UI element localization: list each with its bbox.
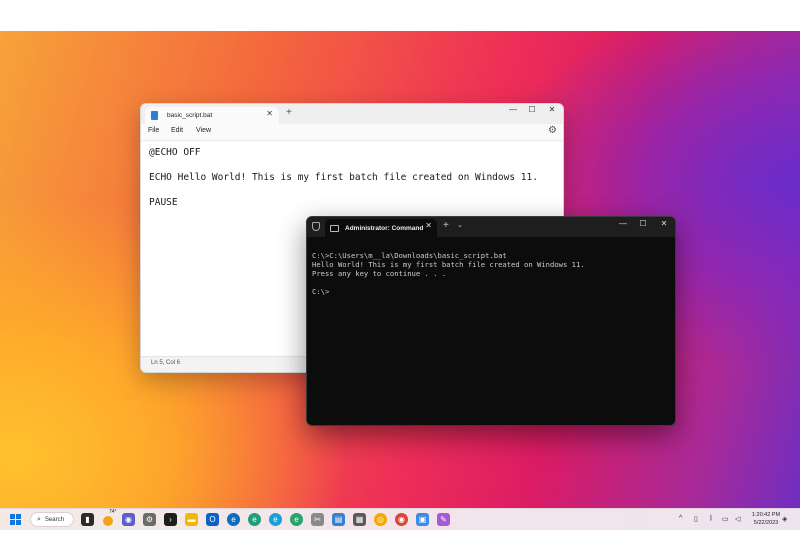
terminal-line: C:\>C:\Users\m__la\Downloads\basic_scrip… [312,251,507,260]
minimize-icon[interactable]: — [613,219,633,228]
taskbar: ⌕ Search ▮ 74° ◉ ⚙ › ▬ O e e e e ✂ ▤ ▦ ◎… [0,508,800,530]
notepad-file-icon [151,111,158,120]
editor-line: @ECHO OFF [149,147,201,158]
terminal-tab[interactable]: Administrator: Command Pro ✕ [325,219,437,237]
notepad-tab[interactable]: basic_script.bat ✕ [145,107,279,124]
plus-icon[interactable]: + [443,220,449,231]
window-close-icon[interactable]: ✕ [654,219,674,228]
notepad-tab-title: basic_script.bat [167,112,213,119]
terminal-output[interactable]: C:\>C:\Users\m__la\Downloads\basic_scrip… [307,237,675,425]
snipping-tool-icon[interactable]: ✂ [311,513,324,526]
terminal-line: Hello World! This is my first batch file… [312,260,585,269]
windows-start-icon[interactable] [10,514,22,526]
menu-view[interactable]: View [196,127,211,134]
weather-widget[interactable]: 74° [103,509,117,526]
notepad-icon[interactable]: ▤ [332,513,345,526]
close-icon[interactable]: ✕ [266,109,273,118]
window-close-icon[interactable]: ✕ [542,105,562,114]
gear-icon[interactable]: ⚙ [548,125,557,136]
chat-icon[interactable]: ◉ [122,513,135,526]
usb-icon[interactable]: ▯ [694,515,698,523]
search-box[interactable]: ⌕ Search [30,512,74,527]
edge-beta-icon[interactable]: e [248,513,261,526]
terminal-window[interactable]: Administrator: Command Pro ✕ + ⌄ — ☐ ✕ C… [306,216,676,426]
editor-line: PAUSE [149,197,178,208]
plus-icon[interactable]: + [286,107,292,118]
settings-icon[interactable]: ⚙ [143,513,156,526]
maximize-icon[interactable]: ☐ [522,105,542,114]
canary-browser-icon[interactable]: ◎ [374,513,387,526]
chevron-up-icon[interactable]: ^ [679,515,682,522]
paint-icon[interactable]: ✎ [437,513,450,526]
search-icon: ⌕ [37,515,41,523]
edge-dev-icon[interactable]: e [269,513,282,526]
terminal-prompt: C:\> [312,287,330,296]
photos-icon[interactable]: ▣ [416,513,429,526]
shield-icon [312,222,320,231]
terminal-tab-title: Administrator: Command Pro [345,224,425,232]
menu-edit[interactable]: Edit [171,127,183,134]
network-icon[interactable]: ▭ [722,515,729,523]
terminal-line: Press any key to continue . . . [312,269,447,278]
terminal-titlebar[interactable]: Administrator: Command Pro ✕ + ⌄ — ☐ ✕ [307,217,675,237]
cmd-icon [330,224,339,232]
minimize-icon[interactable]: — [503,105,523,114]
weather-temp: 74° [109,509,117,515]
cursor-position: Ln 5, Col 6 [151,360,181,366]
notification-icon[interactable]: ◈ [782,515,787,523]
menu-file[interactable]: File [148,127,159,134]
close-icon[interactable]: ✕ [425,221,432,230]
chevron-down-icon[interactable]: ⌄ [457,221,463,229]
task-view-icon[interactable]: ▮ [81,513,94,526]
notepad-menubar: File Edit View ⚙ [141,124,563,141]
outlook-icon[interactable]: O [206,513,219,526]
search-label: Search [44,516,64,523]
calculator-icon[interactable]: ▦ [353,513,366,526]
edge-icon[interactable]: e [227,513,240,526]
volume-icon[interactable]: ◁ [735,515,740,523]
notepad-titlebar[interactable]: basic_script.bat ✕ + — ☐ ✕ [141,104,563,124]
bluetooth-icon[interactable]: ᛒ [709,515,713,522]
maximize-icon[interactable]: ☐ [633,219,653,228]
chrome-icon[interactable]: ◉ [395,513,408,526]
terminal-icon[interactable]: › [164,513,177,526]
weather-sun-icon [103,516,113,526]
edge-canary-icon[interactable]: e [290,513,303,526]
file-explorer-icon[interactable]: ▬ [185,513,198,526]
editor-line: ECHO Hello World! This is my first batch… [149,172,538,183]
